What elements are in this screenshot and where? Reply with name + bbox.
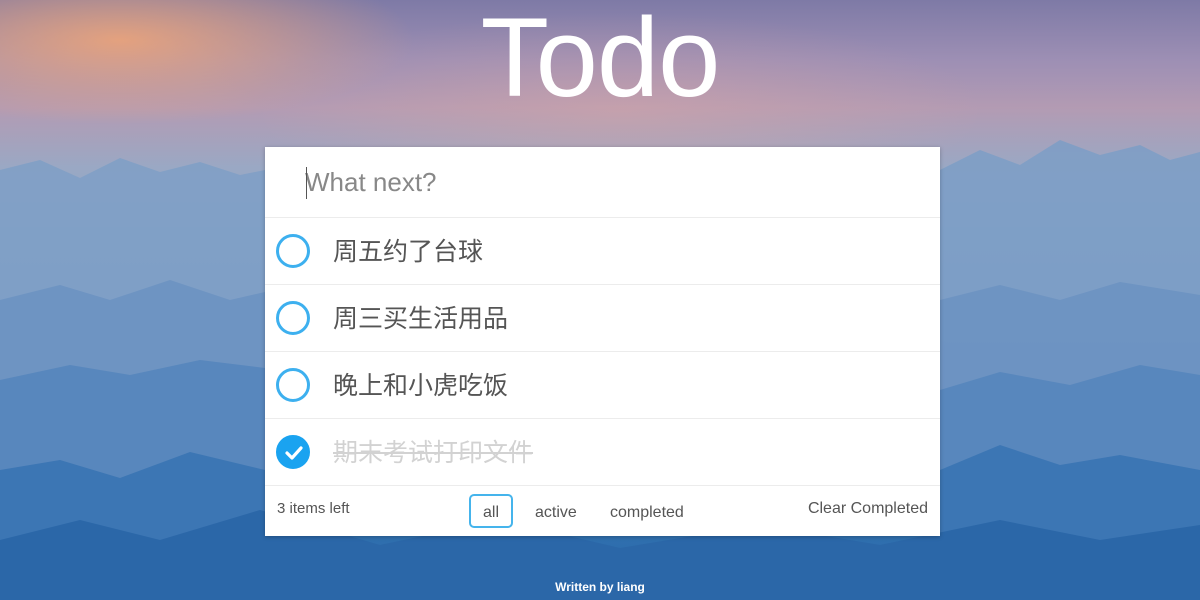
app-title: Todo — [480, 0, 721, 120]
todo-list: 周五约了台球 周三买生活用品 晚上和小虎吃饭 期末考试打印文件 — [265, 218, 940, 486]
text-caret — [306, 167, 307, 199]
filter-all[interactable]: all — [469, 494, 514, 528]
todo-item: 期末考试打印文件 — [265, 419, 940, 486]
todo-label-completed[interactable]: 期末考试打印文件 — [333, 419, 533, 486]
todo-item: 晚上和小虎吃饭 — [265, 352, 940, 419]
todo-item: 周五约了台球 — [265, 218, 940, 285]
items-left-count: 3 items left — [277, 500, 350, 517]
todo-checkbox[interactable] — [276, 368, 310, 402]
todo-label[interactable]: 晚上和小虎吃饭 — [333, 352, 508, 419]
todo-checkbox[interactable] — [276, 301, 310, 335]
todo-label[interactable]: 周五约了台球 — [333, 218, 483, 285]
clear-completed-button[interactable]: Clear Completed — [808, 500, 928, 518]
todo-item: 周三买生活用品 — [265, 285, 940, 352]
checkmark-icon — [285, 446, 303, 460]
todo-checkbox[interactable] — [276, 234, 310, 268]
footer-credit: Written by liang — [555, 580, 645, 594]
todo-checkbox-checked[interactable] — [276, 435, 310, 469]
filter-active[interactable]: active — [521, 494, 591, 528]
filter-completed[interactable]: completed — [596, 494, 698, 528]
todo-label[interactable]: 周三买生活用品 — [333, 285, 508, 352]
todo-panel: 周五约了台球 周三买生活用品 晚上和小虎吃饭 期末考试打印文件 3 items … — [265, 147, 940, 536]
new-todo-input[interactable] — [265, 147, 940, 218]
todo-footer: 3 items left all active completed Clear … — [265, 487, 940, 536]
